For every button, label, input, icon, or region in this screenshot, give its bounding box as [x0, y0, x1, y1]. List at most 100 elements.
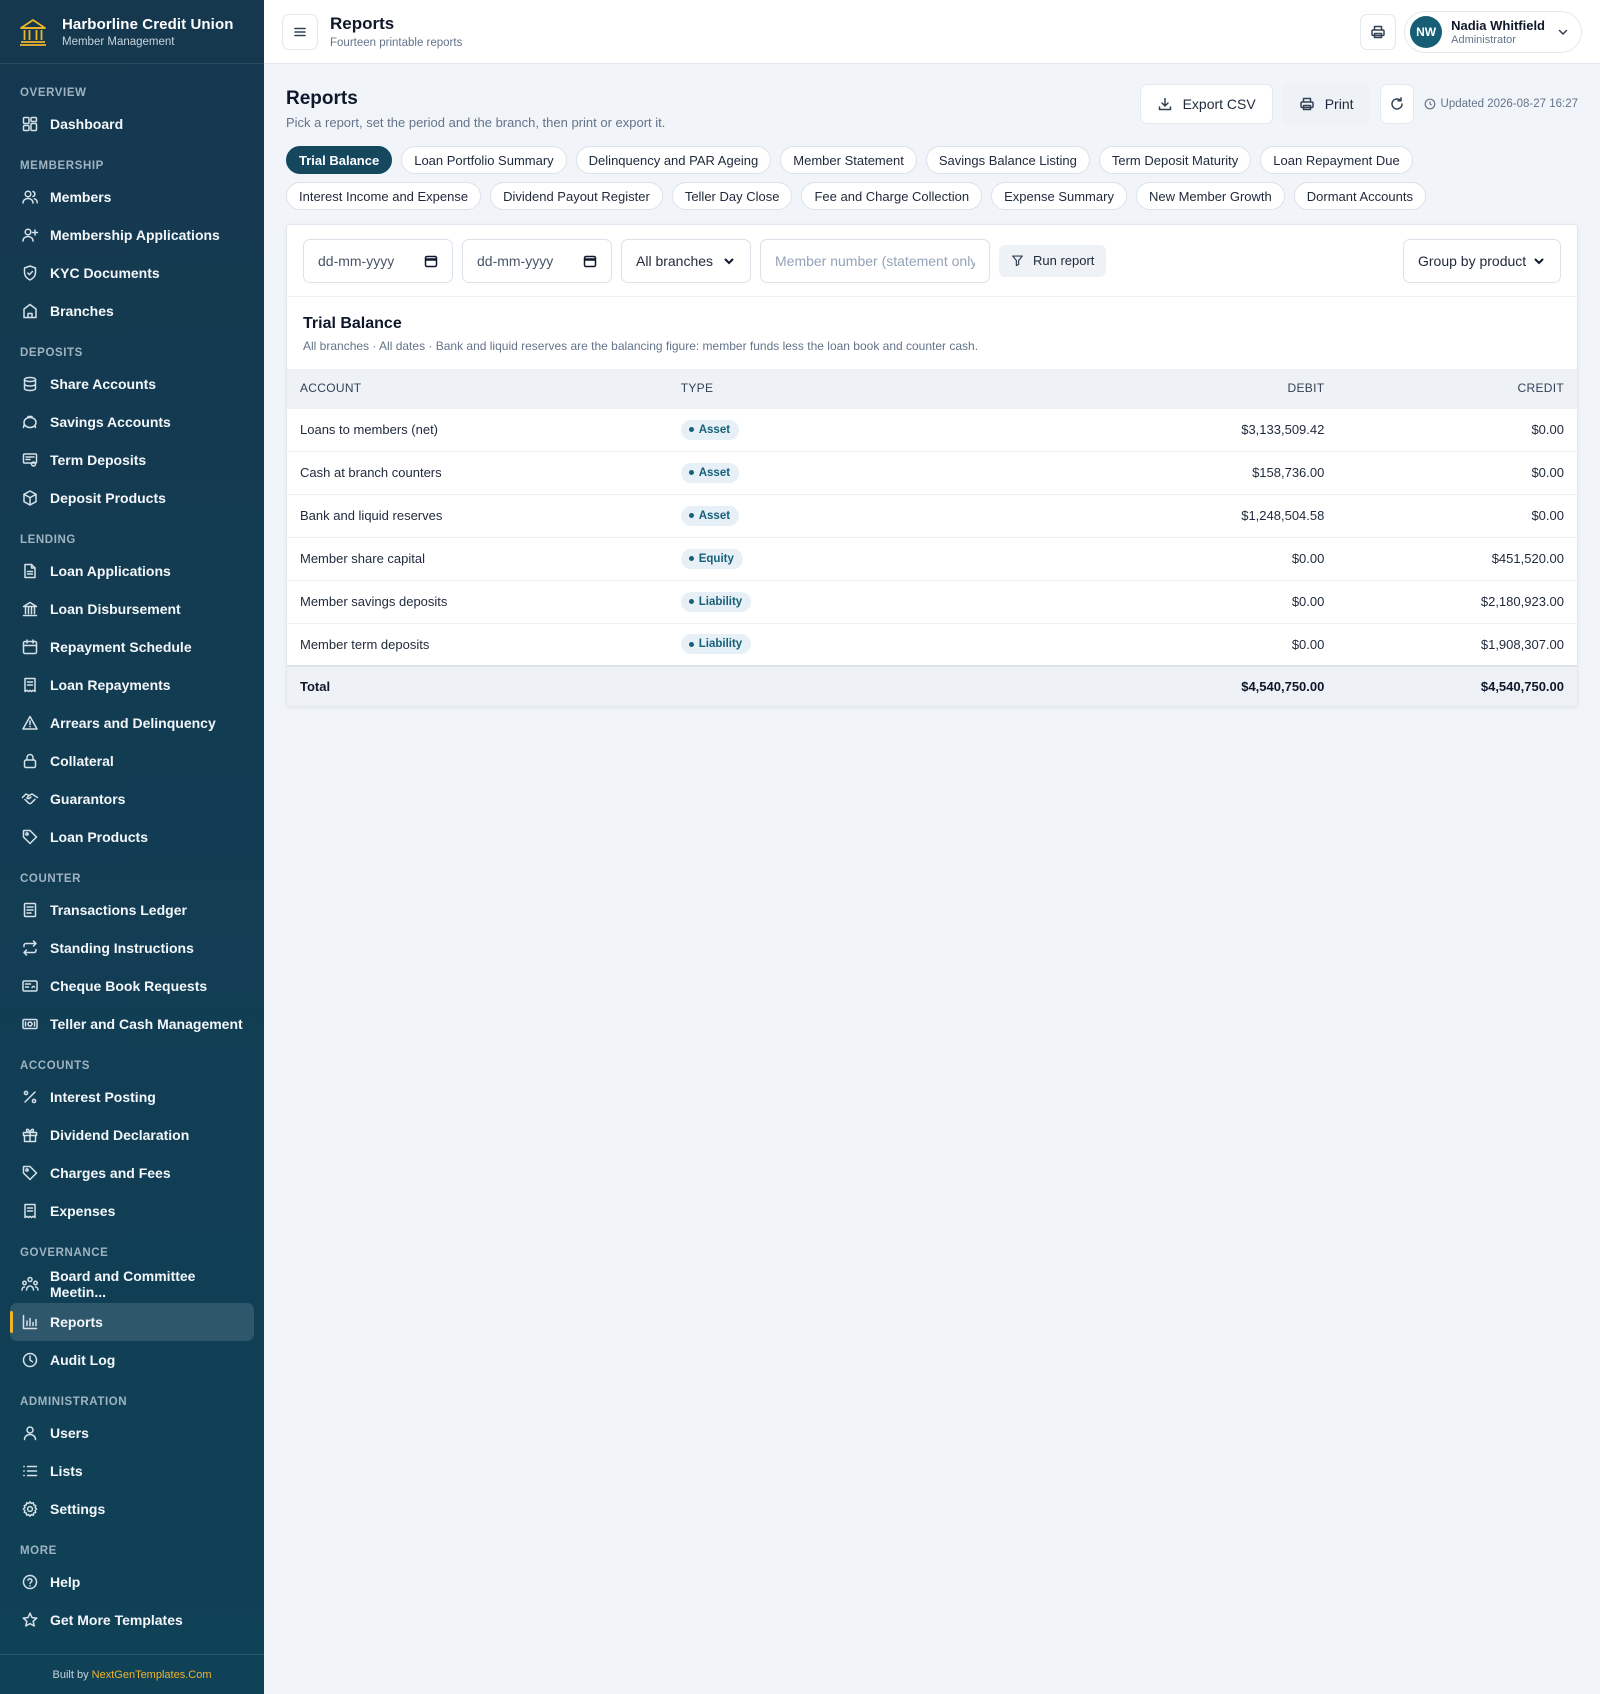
print-top-button[interactable]: [1360, 13, 1397, 50]
updated-timestamp: Updated 2026-08-27 16:27: [1424, 98, 1578, 110]
help-icon: [22, 1574, 38, 1590]
sidebar-item-cheque-book-requests[interactable]: Cheque Book Requests: [10, 967, 254, 1005]
brand[interactable]: Harborline Credit Union Member Managemen…: [0, 0, 264, 64]
sidebar-item-get-more-templates[interactable]: Get More Templates: [10, 1601, 254, 1639]
sidebar-item-share-accounts[interactable]: Share Accounts: [10, 365, 254, 403]
refresh-button[interactable]: [1379, 84, 1414, 124]
table-row: Loans to members (net) Asset $3,133,509.42…: [287, 407, 1577, 451]
sidebar-item-label: Users: [50, 1425, 89, 1441]
member-number-input[interactable]: Member number (statement only): [760, 238, 990, 283]
report-tab-loan-repayment-due[interactable]: Loan Repayment Due: [1260, 146, 1413, 174]
nav-section-title: Membership: [20, 160, 104, 172]
sidebar-item-loan-repayments[interactable]: Loan Repayments: [10, 666, 254, 704]
footer-link[interactable]: NextGenTemplates.Com: [92, 1669, 212, 1681]
cash-icon: [22, 1018, 38, 1030]
sidebar-item-lists[interactable]: Lists: [10, 1452, 254, 1490]
credit-cell: $0.00: [1337, 407, 1577, 451]
report-tab-teller-day-close[interactable]: Teller Day Close: [671, 182, 793, 210]
sidebar-item-interest-posting[interactable]: Interest Posting: [10, 1078, 254, 1116]
meeting-icon: [21, 1276, 39, 1291]
bar-chart-icon: [22, 1314, 38, 1330]
type-cell: Asset: [667, 493, 1098, 537]
sidebar-item-transactions-ledger[interactable]: Transactions Ledger: [10, 891, 254, 929]
account-cell: Loans to members (net): [287, 407, 668, 451]
sidebar-item-help[interactable]: Help: [10, 1563, 254, 1601]
export-csv-label: Export CSV: [1182, 96, 1256, 112]
branch-value: All branches: [636, 252, 714, 269]
branch-select[interactable]: All branches: [621, 238, 751, 283]
tag-icon: [22, 829, 38, 845]
report-tab-fee-and-charge-collection[interactable]: Fee and Charge Collection: [801, 182, 983, 210]
print-button[interactable]: Print: [1281, 84, 1371, 124]
sidebar-item-expenses[interactable]: Expenses: [10, 1192, 254, 1230]
sidebar-item-reports[interactable]: Reports: [10, 1303, 254, 1341]
sidebar-item-kyc-documents[interactable]: KYC Documents: [10, 254, 254, 292]
report-tab-expense-summary[interactable]: Expense Summary: [991, 182, 1127, 210]
calendar-icon: [22, 639, 38, 655]
file-icon: [24, 563, 36, 579]
tag-icon: [22, 1165, 38, 1181]
total-label: Total: [287, 665, 668, 706]
sidebar-item-label: Term Deposits: [50, 452, 147, 468]
report-tab-term-deposit-maturity[interactable]: Term Deposit Maturity: [1098, 146, 1252, 174]
bank-icon: [22, 601, 38, 617]
sidebar-item-savings-accounts[interactable]: Savings Accounts: [10, 403, 254, 441]
report-tab-dormant-accounts[interactable]: Dormant Accounts: [1293, 182, 1426, 210]
sidebar-item-charges-and-fees[interactable]: Charges and Fees: [10, 1154, 254, 1192]
sidebar-item-term-deposits[interactable]: Term Deposits: [10, 441, 254, 479]
report-tab-dividend-payout-register[interactable]: Dividend Payout Register: [490, 182, 663, 210]
nav-section-title: Deposits: [20, 347, 83, 359]
user-menu[interactable]: NW Nadia Whitfield Administrator: [1404, 10, 1582, 53]
sidebar-item-label: Arrears and Delinquency: [50, 715, 216, 731]
sidebar-item-label: Audit Log: [50, 1352, 116, 1368]
sidebar-item-label: Guarantors: [50, 791, 126, 807]
sidebar-item-dividend-declaration[interactable]: Dividend Declaration: [10, 1116, 254, 1154]
date-from-input[interactable]: dd-mm-yyyy: [303, 238, 453, 283]
sidebar-item-guarantors[interactable]: Guarantors: [10, 780, 254, 818]
report-tab-savings-balance-listing[interactable]: Savings Balance Listing: [925, 146, 1090, 174]
report-tab-new-member-growth[interactable]: New Member Growth: [1135, 182, 1285, 210]
sidebar-item-branches[interactable]: Branches: [10, 292, 254, 330]
report-tab-trial-balance[interactable]: Trial Balance: [286, 146, 393, 174]
menu-toggle-button[interactable]: [282, 13, 318, 50]
export-csv-button[interactable]: Export CSV: [1139, 84, 1273, 124]
handshake-icon: [21, 793, 39, 805]
report-tab-delinquency-and-par-ageing[interactable]: Delinquency and PAR Ageing: [575, 146, 772, 174]
date-to-input[interactable]: dd-mm-yyyy: [462, 238, 612, 283]
sidebar-item-standing-instructions[interactable]: Standing Instructions: [10, 929, 254, 967]
sidebar-item-collateral[interactable]: Collateral: [10, 742, 254, 780]
sidebar-item-membership-applications[interactable]: Membership Applications: [10, 216, 254, 254]
sidebar-item-repayment-schedule[interactable]: Repayment Schedule: [10, 628, 254, 666]
sidebar-item-label: Interest Posting: [50, 1089, 156, 1105]
sidebar-item-loan-products[interactable]: Loan Products: [10, 818, 254, 856]
report-card: dd-mm-yyyy dd-mm-yyyy All branches Membe…: [286, 224, 1578, 707]
user-plus-icon: [22, 228, 39, 242]
sidebar-item-loan-disbursement[interactable]: Loan Disbursement: [10, 590, 254, 628]
run-report-button[interactable]: Run report: [999, 244, 1107, 277]
total-debit: $4,540,750.00: [1097, 665, 1338, 706]
account-cell: Member share capital: [287, 536, 668, 580]
sidebar-item-arrears-and-delinquency[interactable]: Arrears and Delinquency: [10, 704, 254, 742]
run-report-label: Run report: [1033, 253, 1095, 268]
chevron-down-icon: [1534, 258, 1544, 264]
report-tab-loan-portfolio-summary[interactable]: Loan Portfolio Summary: [401, 146, 567, 174]
sidebar-item-loan-applications[interactable]: Loan Applications: [10, 552, 254, 590]
sidebar-item-dashboard[interactable]: Dashboard: [10, 105, 254, 143]
nav-section-title: Lending: [20, 534, 76, 546]
sidebar-item-deposit-products[interactable]: Deposit Products: [10, 479, 254, 517]
percent-icon: [23, 1090, 37, 1104]
sidebar-item-teller-and-cash-management[interactable]: Teller and Cash Management: [10, 1005, 254, 1043]
sidebar-item-settings[interactable]: Settings: [10, 1490, 254, 1528]
group-by-select[interactable]: Group by product: [1403, 238, 1561, 283]
sidebar-item-label: Membership Applications: [50, 227, 220, 243]
account-cell: Member savings deposits: [287, 579, 668, 623]
sidebar-item-board-and-committee-meetin[interactable]: Board and Committee Meetin...: [10, 1265, 254, 1303]
sidebar-item-members[interactable]: Members: [10, 178, 254, 216]
report-tab-interest-income-and-expense[interactable]: Interest Income and Expense: [286, 182, 482, 210]
sidebar-item-users[interactable]: Users: [10, 1414, 254, 1452]
report-tab-member-statement[interactable]: Member Statement: [780, 146, 917, 174]
sidebar-item-label: KYC Documents: [50, 265, 160, 281]
topbar: Reports Fourteen printable reports NW Na…: [264, 0, 1600, 64]
sidebar-item-audit-log[interactable]: Audit Log: [10, 1341, 254, 1379]
cheque-icon: [22, 980, 38, 992]
